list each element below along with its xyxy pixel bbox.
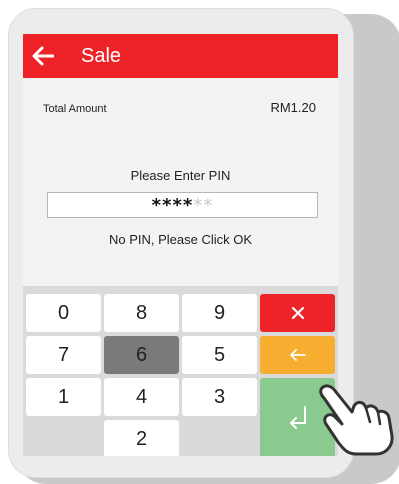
total-amount-label: Total Amount xyxy=(43,103,107,115)
close-icon xyxy=(291,306,304,320)
pin-field[interactable]: **** ** xyxy=(47,192,318,218)
arrow-left-icon xyxy=(32,46,54,66)
hand-pointer-icon xyxy=(319,384,394,456)
key-7[interactable]: 7 xyxy=(26,336,101,374)
key-6[interactable]: 6 xyxy=(104,336,179,374)
back-button[interactable] xyxy=(23,34,63,78)
key-9[interactable]: 9 xyxy=(182,294,257,332)
numeric-keypad: 0 8 9 7 6 5 1 4 3 2 xyxy=(23,286,338,456)
backspace-button[interactable] xyxy=(260,336,335,374)
key-2[interactable]: 2 xyxy=(104,420,179,456)
key-8[interactable]: 8 xyxy=(104,294,179,332)
enter-return-icon xyxy=(289,406,306,429)
key-3[interactable]: 3 xyxy=(182,378,257,416)
key-4[interactable]: 4 xyxy=(104,378,179,416)
pin-entered-mask: **** xyxy=(151,194,194,216)
key-1[interactable]: 1 xyxy=(26,378,101,416)
pin-prompt: Please Enter PIN xyxy=(130,168,231,183)
no-pin-hint: No PIN, Please Click OK xyxy=(108,232,253,247)
key-5[interactable]: 5 xyxy=(182,336,257,374)
terminal-screen: Sale Total Amount RM1.20 Please Enter PI… xyxy=(23,34,338,456)
total-amount-value: RM1.20 xyxy=(270,100,316,115)
app-header: Sale xyxy=(23,34,338,78)
pin-remaining-mask: ** xyxy=(193,194,214,216)
key-0[interactable]: 0 xyxy=(26,294,101,332)
arrow-left-icon xyxy=(289,349,306,361)
total-amount-row: Total Amount RM1.20 xyxy=(43,100,316,115)
page-title: Sale xyxy=(81,44,122,67)
cancel-button[interactable] xyxy=(260,294,335,332)
